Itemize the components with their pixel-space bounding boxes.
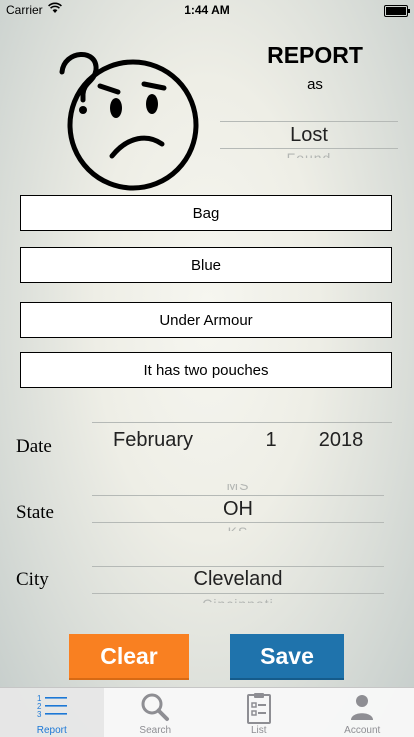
- person-icon: [311, 692, 414, 720]
- magnifier-icon: [104, 692, 208, 720]
- confused-face-icon: [56, 44, 206, 194]
- tab-report-label: Report: [0, 725, 104, 736]
- tab-search-label: Search: [104, 725, 208, 736]
- state-next[interactable]: KS: [92, 523, 384, 531]
- report-type-selected[interactable]: Lost: [220, 124, 398, 147]
- report-type-picker[interactable]: Lost Found: [220, 112, 398, 158]
- tab-list[interactable]: List: [207, 688, 311, 737]
- state-prev[interactable]: MS: [92, 484, 384, 494]
- tab-bar: 1 2 3 Report Search: [0, 687, 414, 737]
- tab-search[interactable]: Search: [104, 688, 208, 737]
- status-time: 1:44 AM: [0, 3, 414, 17]
- report-type-next[interactable]: Found: [220, 149, 398, 158]
- item-field[interactable]: Bag: [20, 195, 392, 231]
- city-label: City: [16, 569, 49, 591]
- page-title: REPORT: [220, 42, 410, 69]
- date-label: Date: [16, 436, 52, 458]
- color-field[interactable]: Blue: [20, 247, 392, 283]
- tab-account[interactable]: Account: [311, 688, 414, 737]
- date-day[interactable]: 1: [252, 429, 290, 452]
- status-bar: Carrier 1:44 AM: [0, 0, 414, 20]
- city-next[interactable]: Cincinnati: [92, 594, 384, 603]
- page-subtitle: as: [220, 76, 410, 93]
- svg-text:3: 3: [37, 710, 42, 719]
- state-label: State: [16, 502, 54, 524]
- city-picker[interactable]: Cleveland Cincinnati: [92, 560, 384, 606]
- state-selected[interactable]: OH: [92, 498, 384, 521]
- date-year[interactable]: 2018: [306, 429, 376, 452]
- tab-report[interactable]: 1 2 3 Report: [0, 688, 104, 737]
- battery-icon: [384, 5, 408, 17]
- tab-list-label: List: [207, 725, 311, 736]
- save-button[interactable]: Save: [230, 634, 344, 680]
- date-picker[interactable]: February 1 2018: [92, 420, 392, 462]
- brand-field[interactable]: Under Armour: [20, 302, 392, 338]
- date-month[interactable]: February: [92, 429, 214, 452]
- clipboard-icon: [207, 692, 311, 720]
- description-field[interactable]: It has two pouches: [20, 352, 392, 388]
- tab-account-label: Account: [311, 725, 414, 736]
- city-selected[interactable]: Cleveland: [92, 568, 384, 591]
- clear-button[interactable]: Clear: [69, 634, 189, 680]
- numbered-list-icon: 1 2 3: [0, 692, 104, 720]
- state-picker[interactable]: MS OH KS: [92, 484, 384, 532]
